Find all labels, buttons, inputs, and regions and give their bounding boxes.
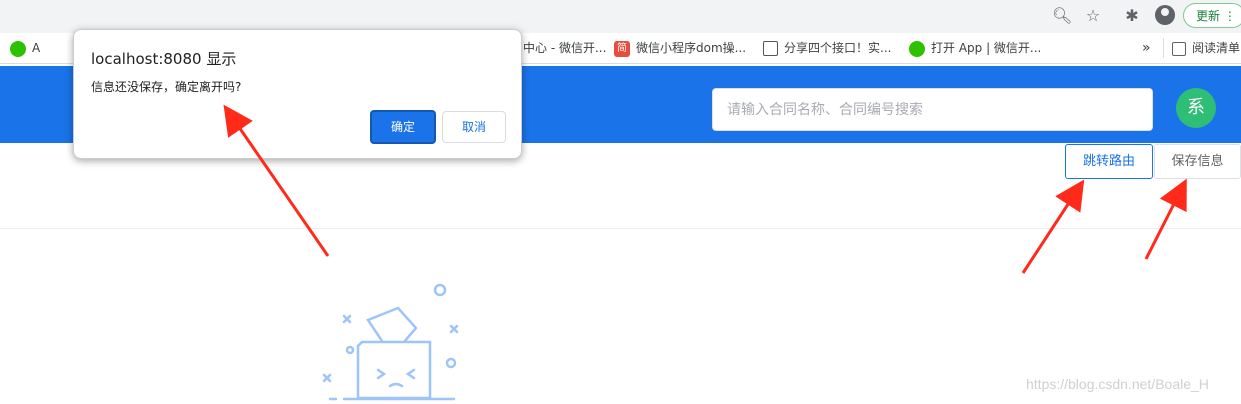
- annotation-arrows: [223, 104, 1187, 274]
- arrow-to-route-button: [1021, 179, 1085, 274]
- watermark: https://blog.csdn.net/Boale_H: [1026, 376, 1209, 392]
- arrow-to-save-button: [1144, 178, 1187, 260]
- arrow-to-dialog: [223, 104, 330, 257]
